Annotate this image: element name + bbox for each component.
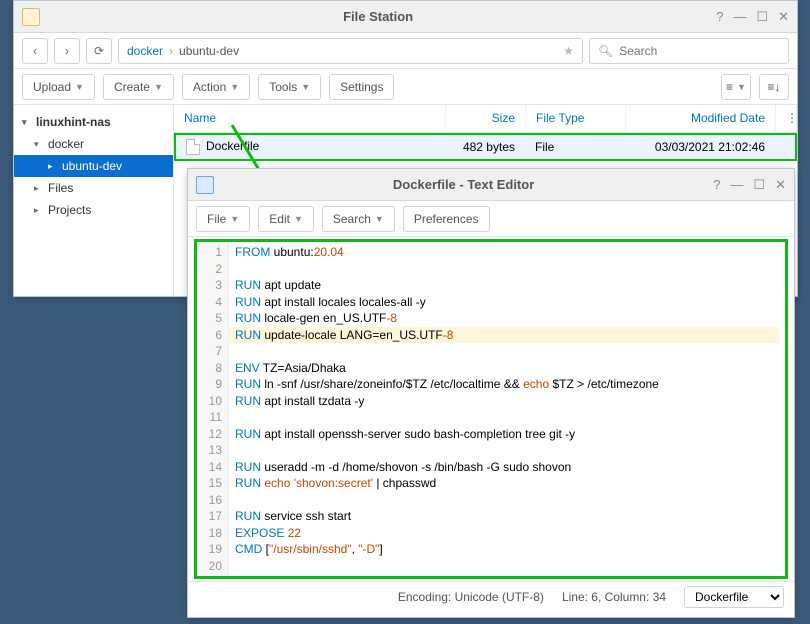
- list-view-button[interactable]: ≡ ▼: [721, 74, 751, 100]
- maximize-icon[interactable]: ☐: [753, 177, 765, 193]
- table-header: Name Size File Type Modified Date ⋮: [174, 105, 797, 133]
- file-station-icon: [22, 8, 40, 26]
- text-editor-icon: [196, 176, 214, 194]
- folder-tree: ▾linuxhint-nas ▾docker ▸ubuntu-dev ▸File…: [14, 105, 174, 296]
- file-size: 482 bytes: [445, 136, 525, 158]
- code-area[interactable]: FROM ubuntu:20.04 RUN apt update RUN apt…: [229, 242, 785, 576]
- col-more[interactable]: ⋮: [776, 105, 797, 132]
- help-icon[interactable]: ?: [713, 177, 720, 193]
- col-type[interactable]: File Type: [526, 105, 626, 132]
- breadcrumb-sep: ›: [169, 44, 173, 58]
- maximize-icon[interactable]: ☐: [756, 9, 768, 25]
- minimize-icon[interactable]: —: [730, 177, 743, 193]
- create-button[interactable]: Create▼: [103, 74, 174, 100]
- nav-toolbar: ‹ › ⟳ docker › ubuntu-dev ★ 🔍︎: [14, 33, 797, 69]
- search-icon: 🔍︎: [598, 44, 613, 58]
- search-menu[interactable]: Search▼: [322, 206, 395, 232]
- text-editor-titlebar[interactable]: Dockerfile - Text Editor ? — ☐ ✕: [188, 169, 794, 201]
- editor-toolbar: File▼ Edit▼ Search▼ Preferences: [188, 201, 794, 237]
- breadcrumb-item: ubuntu-dev: [179, 44, 239, 58]
- minimize-icon[interactable]: —: [733, 9, 746, 25]
- preferences-button[interactable]: Preferences: [403, 206, 490, 232]
- back-button[interactable]: ‹: [22, 38, 48, 64]
- tree-item-projects[interactable]: ▸Projects: [14, 199, 173, 221]
- table-row[interactable]: Dockerfile 482 bytes File 03/03/2021 21:…: [174, 133, 797, 161]
- action-toolbar: Upload▼ Create▼ Action▼ Tools▼ Settings …: [14, 69, 797, 105]
- settings-button[interactable]: Settings: [329, 74, 394, 100]
- upload-button[interactable]: Upload▼: [22, 74, 95, 100]
- line-gutter: 1234567891011121314151617181920: [197, 242, 229, 576]
- language-select[interactable]: Dockerfile: [684, 586, 784, 608]
- action-button[interactable]: Action▼: [182, 74, 250, 100]
- help-icon[interactable]: ?: [716, 9, 723, 25]
- sort-button[interactable]: ≡↓: [759, 74, 789, 100]
- window-title: File Station: [40, 9, 716, 24]
- tree-item-ubuntu-dev[interactable]: ▸ubuntu-dev: [14, 155, 173, 177]
- breadcrumb-item[interactable]: docker: [127, 44, 163, 58]
- close-icon[interactable]: ✕: [778, 9, 789, 25]
- status-bar: Encoding: Unicode (UTF-8) Line: 6, Colum…: [188, 581, 794, 611]
- status-cursor: Line: 6, Column: 34: [562, 590, 666, 604]
- file-type: File: [525, 136, 625, 158]
- refresh-button[interactable]: ⟳: [86, 38, 112, 64]
- search-box[interactable]: 🔍︎: [589, 38, 789, 64]
- favorite-icon[interactable]: ★: [563, 44, 574, 58]
- tools-button[interactable]: Tools▼: [258, 74, 321, 100]
- file-icon: [186, 139, 200, 155]
- file-station-titlebar[interactable]: File Station ? — ☐ ✕: [14, 1, 797, 33]
- text-editor-window: Dockerfile - Text Editor ? — ☐ ✕ File▼ E…: [187, 168, 795, 618]
- forward-button[interactable]: ›: [54, 38, 80, 64]
- window-title: Dockerfile - Text Editor: [214, 177, 713, 192]
- close-icon[interactable]: ✕: [775, 177, 786, 193]
- search-input[interactable]: [619, 44, 780, 58]
- col-date[interactable]: Modified Date: [626, 105, 776, 132]
- col-size[interactable]: Size: [446, 105, 526, 132]
- editor-area: 1234567891011121314151617181920 FROM ubu…: [194, 239, 788, 579]
- file-name: Dockerfile: [206, 139, 259, 153]
- breadcrumb[interactable]: docker › ubuntu-dev ★: [118, 38, 583, 64]
- tree-item-docker[interactable]: ▾docker: [14, 133, 173, 155]
- file-date: 03/03/2021 21:02:46: [625, 136, 775, 158]
- tree-item-files[interactable]: ▸Files: [14, 177, 173, 199]
- tree-root[interactable]: ▾linuxhint-nas: [14, 111, 173, 133]
- file-menu[interactable]: File▼: [196, 206, 250, 232]
- status-encoding: Encoding: Unicode (UTF-8): [398, 590, 544, 604]
- edit-menu[interactable]: Edit▼: [258, 206, 314, 232]
- col-name[interactable]: Name: [174, 105, 446, 132]
